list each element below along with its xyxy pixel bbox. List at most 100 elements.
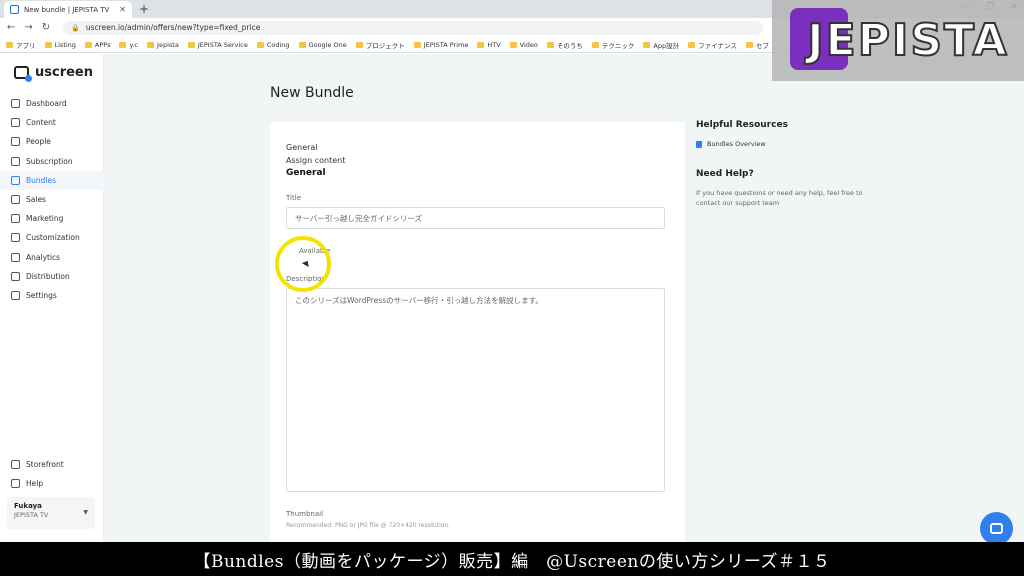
folder-icon: [643, 41, 651, 48]
bundle-form-card: General Assign content General Title サーバ…: [270, 122, 685, 552]
sidebar-nav: Dashboard Content People Subscription Bu…: [0, 94, 104, 305]
sidebar-item-analytics[interactable]: Analytics: [0, 248, 104, 267]
dashboard-icon: [11, 99, 20, 109]
browser-tab[interactable]: New bundle | JEPISTA TV ✕: [4, 1, 132, 18]
account-name: Fukaya: [14, 502, 42, 510]
form-steps: General Assign content General: [286, 141, 345, 180]
close-icon[interactable]: ✕: [119, 5, 126, 14]
bookmark-item[interactable]: Listing: [44, 41, 76, 49]
bookmark-item[interactable]: Coding: [256, 41, 290, 49]
title-input[interactable]: サーバー引っ越し完全ガイドシリーズ: [286, 207, 665, 229]
title-label: Title: [286, 194, 302, 202]
bookmark-item[interactable]: JEPISTA Prime: [413, 41, 468, 49]
forward-icon[interactable]: →: [24, 22, 32, 33]
folder-icon: [298, 41, 306, 48]
folder-icon: [546, 41, 554, 48]
folder-icon: [745, 41, 753, 48]
folder-icon: [187, 41, 195, 48]
page-title: New Bundle: [270, 85, 354, 101]
bookmark-item[interactable]: セブ: [745, 40, 769, 50]
folder-icon: [256, 41, 264, 48]
sidebar-item-storefront[interactable]: Storefront: [0, 455, 104, 474]
sidebar-item-help[interactable]: Help: [0, 474, 104, 493]
folder-icon: [44, 41, 52, 48]
chat-button[interactable]: [980, 512, 1013, 545]
bookmark-item[interactable]: HTV: [477, 41, 501, 49]
sidebar-item-settings[interactable]: Settings: [0, 286, 104, 305]
folder-icon: [413, 41, 421, 48]
description-value: このシリーズはWordPressのサーバー移行・引っ越し方法を解説します。: [295, 296, 543, 305]
sidebar-item-subscription[interactable]: Subscription: [0, 152, 104, 171]
bookmark-item[interactable]: プロジェクト: [355, 40, 405, 50]
lock-icon: 🔒: [71, 23, 80, 32]
folder-icon: [147, 41, 155, 48]
bookmark-item[interactable]: App設計: [643, 40, 679, 50]
tab-favicon-icon: [10, 5, 19, 14]
folder-icon: [509, 41, 517, 48]
sidebar-item-distribution[interactable]: Distribution: [0, 267, 104, 286]
refresh-icon: [11, 156, 20, 166]
account-switcher[interactable]: Fukaya JEPISTA TV ▼: [7, 497, 95, 529]
bookmark-item[interactable]: アプリ: [6, 40, 36, 50]
bar-chart-icon: [11, 252, 20, 262]
folder-icon: [688, 41, 696, 48]
title-value: サーバー引っ越し完全ガイドシリーズ: [295, 213, 423, 223]
back-icon[interactable]: ←: [7, 22, 15, 33]
people-icon: [11, 137, 20, 147]
step-general[interactable]: General: [286, 141, 345, 154]
sidebar-bottom-nav: Storefront Help: [0, 455, 104, 493]
folder-icon: [11, 118, 20, 128]
bookmark-item[interactable]: APPs: [84, 41, 110, 49]
tab-title: New bundle | JEPISTA TV: [24, 5, 110, 14]
bookmark-item[interactable]: y.c: [119, 41, 138, 49]
folder-icon: [591, 41, 599, 48]
reload-icon[interactable]: ↻: [42, 22, 50, 33]
edit-icon: [11, 233, 20, 243]
document-icon: [696, 140, 702, 148]
bookmark-item[interactable]: テクニック: [591, 40, 634, 50]
sidebar-item-bundles[interactable]: Bundles: [0, 170, 104, 190]
uscreen-logo-icon: [14, 66, 32, 82]
right-panel: Helpful Resources Bundles Overview Need …: [696, 120, 896, 208]
bundles-overview-link[interactable]: Bundles Overview: [696, 140, 896, 148]
folder-icon: [355, 41, 363, 48]
sidebar-item-sales[interactable]: Sales: [0, 190, 104, 209]
sidebar-item-marketing[interactable]: Marketing: [0, 209, 104, 228]
sidebar-item-people[interactable]: People: [0, 132, 104, 151]
folder-icon: [119, 41, 127, 48]
main-content: New Bundle General Assign content Genera…: [104, 54, 1024, 552]
account-org: JEPISTA TV: [14, 511, 49, 519]
url-text: uscreen.io/admin/offers/new?type=fixed_p…: [85, 23, 261, 32]
chevron-down-icon: ▼: [83, 509, 88, 516]
bookmark-item[interactable]: JEPISTA Service: [187, 41, 248, 49]
new-tab-icon[interactable]: +: [139, 2, 149, 16]
thumbnail-hint: Recommended: PNG or JPG file @ 720×420 r…: [286, 522, 451, 529]
bookmark-item[interactable]: そのうち: [546, 40, 583, 50]
bookmark-item[interactable]: Video: [509, 41, 538, 49]
help-icon: [11, 479, 20, 489]
channel-logo-text: JEPISTA: [806, 14, 1009, 67]
brand-logo[interactable]: uscreen: [14, 65, 93, 82]
resources-heading: Helpful Resources: [696, 120, 788, 130]
storefront-icon: [11, 460, 20, 470]
folder-icon: [84, 41, 92, 48]
megaphone-icon: [11, 214, 20, 224]
chat-icon: [990, 523, 1003, 534]
current-step-heading: General: [286, 168, 326, 178]
distribution-icon: [11, 271, 20, 281]
video-subtitle: 【Bundles（動画をパッケージ）販売】編 @Uscreenの使い方シリーズ＃…: [0, 542, 1024, 576]
description-textarea[interactable]: このシリーズはWordPressのサーバー移行・引っ越し方法を解説します。: [286, 288, 665, 492]
bookmark-item[interactable]: Google One: [298, 41, 347, 49]
sidebar-item-customization[interactable]: Customization: [0, 228, 104, 247]
sidebar: uscreen Dashboard Content People Subscri…: [0, 54, 104, 542]
help-text: If you have questions or need any help, …: [696, 189, 863, 207]
url-input[interactable]: 🔒 uscreen.io/admin/offers/new?type=fixed…: [63, 20, 764, 35]
folder-icon: [6, 41, 13, 48]
sidebar-item-dashboard[interactable]: Dashboard: [0, 94, 104, 113]
sidebar-item-content[interactable]: Content: [0, 113, 104, 132]
bookmark-item[interactable]: Jepista: [147, 41, 179, 49]
folder-icon: [477, 41, 485, 48]
help-heading: Need Help?: [696, 169, 754, 179]
bookmark-item[interactable]: ファイナンス: [688, 40, 737, 50]
step-assign-content[interactable]: Assign content: [286, 154, 345, 167]
